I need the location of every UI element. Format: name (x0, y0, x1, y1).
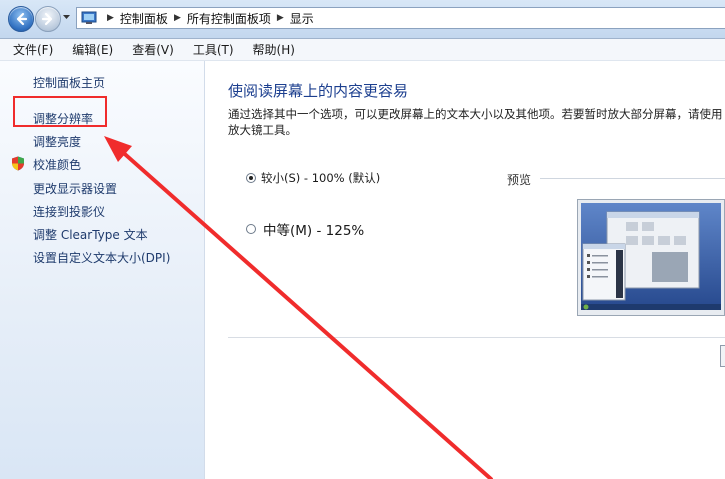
forward-button[interactable] (35, 6, 61, 32)
shield-icon (12, 156, 24, 171)
preview-image (577, 199, 725, 316)
breadcrumb-all-items[interactable]: 所有控制面板项 (187, 10, 271, 27)
back-arrow-icon (16, 12, 28, 26)
sidebar-item-change-display-settings[interactable]: 更改显示器设置 (33, 180, 117, 197)
sidebar-item-custom-dpi[interactable]: 设置自定义文本大小(DPI) (33, 249, 170, 266)
breadcrumb-display[interactable]: 显示 (290, 10, 314, 27)
menu-edit[interactable]: 编辑(E) (66, 41, 119, 58)
annotation-highlight-box (13, 96, 107, 127)
breadcrumb-separator-icon: ▶ (173, 13, 181, 23)
option-medium-label[interactable]: 中等(M) - 125% (263, 219, 364, 239)
menu-bar: 文件(F) 编辑(E) 查看(V) 工具(T) 帮助(H) (0, 39, 725, 61)
menu-help[interactable]: 帮助(H) (247, 41, 301, 58)
apply-button[interactable] (720, 345, 725, 367)
breadcrumb-separator-icon: ▶ (107, 13, 114, 23)
page-title: 使阅读屏幕上的内容更容易 (228, 82, 409, 100)
section-divider (228, 337, 725, 338)
radio-medium[interactable] (246, 224, 256, 234)
breadcrumb-control-panel[interactable]: 控制面板 (120, 10, 168, 27)
back-button[interactable] (8, 6, 34, 32)
sidebar-item-control-panel-home[interactable]: 控制面板主页 (33, 74, 105, 91)
page-description: 通过选择其中一个选项，可以更改屏幕上的文本大小以及其他项。若要暂时放大部分屏幕，… (228, 107, 723, 137)
option-smaller-label[interactable]: 较小(S) - 100% (默认) (261, 170, 380, 186)
sidebar-item-adjust-cleartype[interactable]: 调整 ClearType 文本 (33, 226, 148, 243)
preview-label: 预览 (507, 173, 532, 187)
radio-smaller[interactable] (246, 173, 256, 183)
history-dropdown-icon[interactable] (62, 14, 71, 21)
sidebar-item-calibrate-color[interactable]: 校准颜色 (33, 156, 81, 173)
menu-tools[interactable]: 工具(T) (187, 41, 240, 58)
radio-selected-dot (249, 176, 253, 180)
forward-arrow-icon (41, 12, 53, 26)
menu-file[interactable]: 文件(F) (7, 41, 59, 58)
breadcrumb-separator-icon: ▶ (276, 13, 284, 23)
preview-divider (540, 178, 725, 179)
address-bar[interactable]: ▶ 控制面板 ▶ 所有控制面板项 ▶ 显示 (76, 7, 725, 29)
control-panel-icon (81, 11, 97, 24)
sidebar-item-connect-projector[interactable]: 连接到投影仪 (33, 203, 105, 220)
sidebar-item-adjust-brightness[interactable]: 调整亮度 (33, 133, 81, 150)
title-bar: ▶ 控制面板 ▶ 所有控制面板项 ▶ 显示 (0, 0, 725, 39)
preview-desktop-icon (581, 203, 721, 310)
menu-view[interactable]: 查看(V) (126, 41, 180, 58)
